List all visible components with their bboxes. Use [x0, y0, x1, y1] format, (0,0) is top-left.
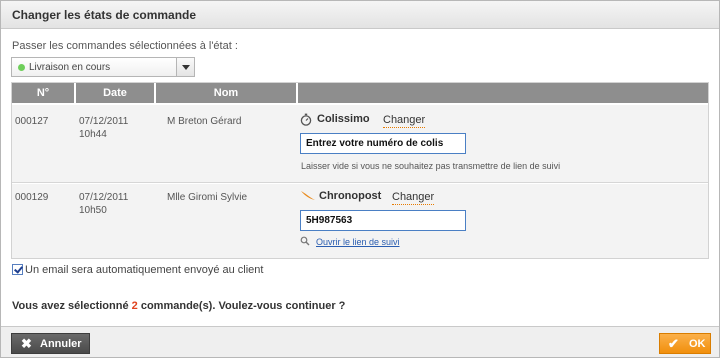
carrier-name: Colissimo — [317, 113, 370, 125]
order-number: 000127 — [15, 116, 49, 127]
change-order-state-dialog: Changer les états de commande Passer les… — [0, 0, 720, 358]
order-date: 07/12/2011 — [79, 192, 129, 203]
orders-table: N° Date Nom 000127 07/12/2011 10h44 M Br… — [11, 82, 709, 259]
dialog-footer: ✖ Annuler ✔ OK — [1, 326, 719, 357]
tracking-number-input[interactable]: 5H987563 — [300, 210, 466, 231]
stopwatch-icon — [300, 113, 312, 129]
confirmation-question: Vous avez sélectionné 2 commande(s). Vou… — [12, 300, 345, 312]
selected-count: 2 — [131, 300, 138, 312]
customer-name: M Breton Gérard — [167, 116, 242, 127]
column-header-shipping — [298, 83, 708, 103]
ok-label: OK — [689, 338, 706, 350]
column-header-number: N° — [12, 83, 74, 103]
magnifier-icon — [300, 236, 310, 249]
order-number: 000129 — [15, 192, 49, 203]
customer-name: Mlle Giromi Sylvie — [167, 192, 248, 203]
table-header: N° Date Nom — [12, 83, 708, 103]
email-notice-label: Un email sera automatiquement envoyé au … — [25, 264, 264, 276]
open-tracking-link[interactable]: Ouvrir le lien de suivi — [316, 237, 400, 247]
dropdown-button[interactable] — [176, 58, 194, 76]
order-state-select[interactable]: Livraison en cours — [11, 57, 195, 77]
close-icon: ✖ — [21, 336, 32, 351]
change-carrier-link[interactable]: Changer — [392, 191, 435, 205]
chevron-down-icon — [182, 65, 190, 70]
change-carrier-link[interactable]: Changer — [383, 114, 426, 128]
order-time: 10h50 — [79, 205, 107, 216]
cancel-button[interactable]: ✖ Annuler — [11, 333, 90, 354]
order-date: 07/12/2011 — [79, 116, 129, 127]
tracking-number-input[interactable]: Entrez votre numéro de colis — [300, 133, 466, 154]
confirmation-suffix: commande(s). Voulez-vous continuer ? — [140, 300, 346, 312]
state-prompt: Passer les commandes sélectionnées à l'é… — [12, 40, 238, 52]
status-dot-icon — [18, 64, 25, 71]
order-state-value: Livraison en cours — [29, 62, 111, 73]
swoosh-icon — [300, 190, 316, 205]
ok-button[interactable]: ✔ OK — [659, 333, 711, 354]
email-notice-checkbox[interactable] — [12, 264, 23, 275]
dialog-titlebar: Changer les états de commande — [1, 1, 719, 29]
table-row: 000127 07/12/2011 10h44 M Breton Gérard … — [12, 105, 708, 183]
column-header-date: Date — [76, 83, 154, 103]
confirmation-prefix: Vous avez sélectionné — [12, 300, 129, 312]
dialog-title: Changer les états de commande — [12, 8, 197, 22]
cancel-label: Annuler — [40, 338, 82, 350]
table-row: 000129 07/12/2011 10h50 Mlle Giromi Sylv… — [12, 184, 708, 258]
carrier-name: Chronopost — [319, 190, 382, 202]
tracking-hint: Laisser vide si vous ne souhaitez pas tr… — [301, 161, 561, 171]
column-header-name: Nom — [156, 83, 296, 103]
check-icon: ✔ — [668, 336, 679, 351]
order-time: 10h44 — [79, 129, 107, 140]
